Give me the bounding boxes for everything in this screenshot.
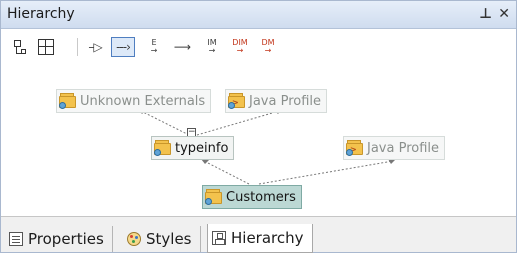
im-arrow-button[interactable]: IM → — [201, 37, 223, 57]
node-label: Java Profile — [367, 140, 440, 156]
tab-hierarchy[interactable]: Hierarchy — [207, 224, 313, 253]
toolbar-separator — [77, 38, 78, 56]
panel-title: Hierarchy — [7, 6, 75, 22]
inheritance-arrow-button[interactable]: –▷ — [84, 37, 106, 57]
grid-layout-icon — [38, 39, 54, 55]
red-im-arrow-icon: DIM → — [232, 38, 248, 55]
tab-label: Hierarchy — [231, 229, 304, 247]
folder-icon — [59, 93, 77, 109]
red-m-arrow-button[interactable]: DM → — [257, 37, 279, 57]
node-unknown-externals[interactable]: Unknown Externals — [56, 89, 212, 113]
node-java-profile-right[interactable]: > Java Profile — [343, 136, 446, 160]
inheritance-arrow-icon: –▷ — [88, 40, 102, 54]
tab-label: Properties — [28, 230, 104, 248]
hierarchy-icon — [212, 231, 226, 245]
bottom-tab-bar: Properties Styles Hierarchy — [1, 216, 516, 253]
tab-label: Styles — [146, 230, 192, 248]
im-arrow-icon: IM → — [207, 38, 217, 55]
tab-styles[interactable]: Styles — [123, 226, 201, 252]
java-folder-icon: > — [346, 140, 364, 156]
node-label: Java Profile — [249, 93, 322, 109]
hierarchy-panel: Hierarchy ⊥ ✕ –▷ ---› E → ⟶ IM → DIM → D… — [0, 0, 517, 253]
dashed-arrow-icon: ---› — [116, 40, 131, 54]
edge-typeinfo-javaprofile — [196, 110, 280, 136]
plain-arrow-icon: ⟶ — [173, 40, 191, 54]
tree-layout-button[interactable] — [9, 37, 31, 57]
folder-icon — [205, 189, 223, 205]
node-label: Unknown Externals — [80, 93, 206, 109]
reference-arrow-button[interactable]: E → — [143, 37, 165, 57]
toolbar: –▷ ---› E → ⟶ IM → DIM → DM → — [1, 30, 516, 64]
grid-layout-button[interactable] — [35, 37, 57, 57]
node-label: Customers — [226, 189, 296, 205]
styles-icon — [127, 232, 141, 246]
properties-icon — [9, 232, 23, 246]
folder-icon — [154, 140, 172, 156]
tree-layout-icon — [12, 39, 28, 55]
red-im-arrow-button[interactable]: DIM → — [229, 37, 251, 57]
node-customers[interactable]: Customers — [202, 185, 302, 209]
close-icon[interactable]: ✕ — [498, 6, 510, 22]
edge-typeinfo-unknown — [140, 110, 190, 136]
red-m-arrow-icon: DM → — [261, 38, 275, 55]
node-label: typeinfo — [175, 140, 229, 156]
reference-arrow-icon: E → — [150, 38, 158, 55]
plain-arrow-button[interactable]: ⟶ — [171, 37, 193, 57]
tab-properties[interactable]: Properties — [5, 226, 113, 252]
title-bar: Hierarchy ⊥ ✕ — [1, 1, 516, 29]
edge-customers-javaprofile-right — [258, 160, 394, 185]
edge-customers-typeinfo — [203, 160, 250, 185]
node-java-profile-top[interactable]: > Java Profile — [225, 89, 328, 113]
node-typeinfo[interactable]: typeinfo — [151, 136, 235, 160]
diagram-canvas[interactable]: Unknown Externals > Java Profile − typei… — [1, 64, 516, 216]
pin-icon[interactable]: ⊥ — [479, 6, 492, 22]
java-folder-icon: > — [228, 93, 246, 109]
dashed-arrow-button[interactable]: ---› — [111, 37, 135, 57]
